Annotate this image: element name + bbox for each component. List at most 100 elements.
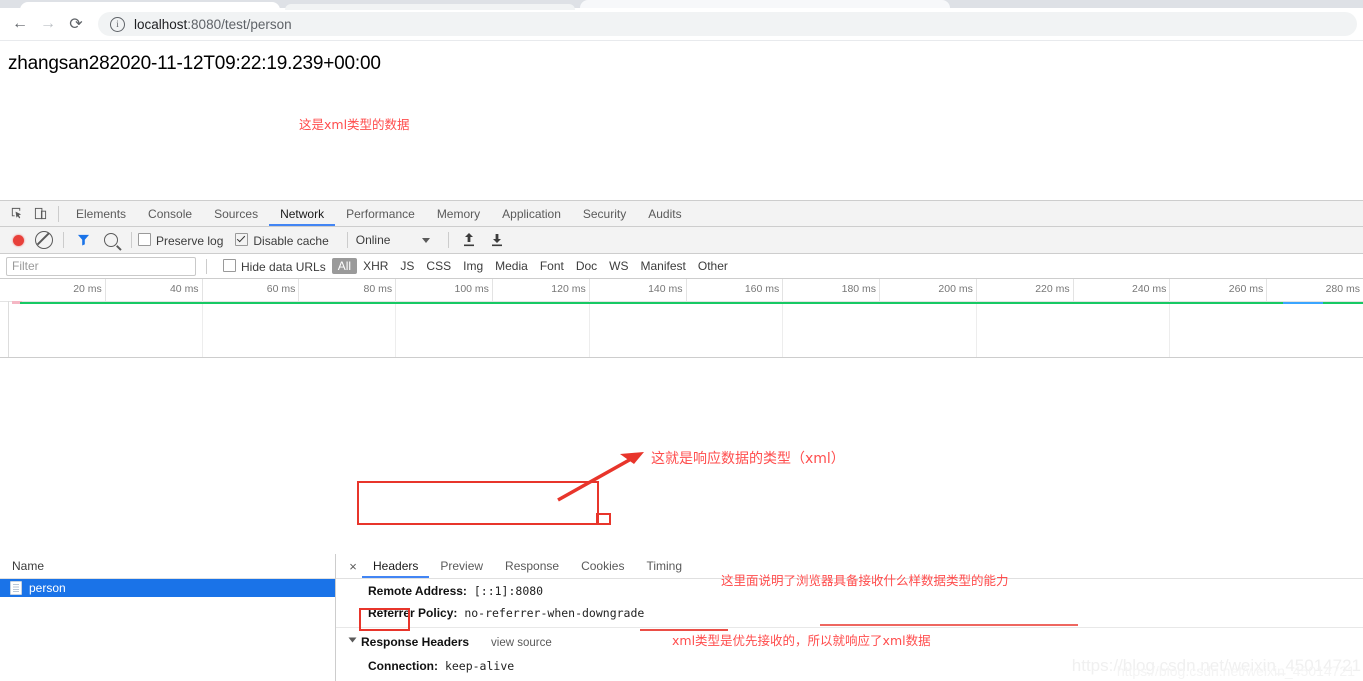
filter-type-js[interactable]: JS (394, 259, 420, 273)
divider (336, 627, 1363, 628)
devtools-tab-memory[interactable]: Memory (426, 202, 491, 226)
timeline-tick: 20 ms (73, 279, 106, 301)
overview-gridline (201, 301, 203, 357)
preserve-log-checkbox[interactable] (138, 232, 151, 246)
devtools-tab-performance[interactable]: Performance (335, 202, 426, 226)
table-row[interactable]: person (0, 579, 335, 597)
network-filterbar: Filter Hide data URLs All XHR JS CSS Img… (0, 254, 1363, 279)
reload-icon[interactable]: ⟳ (62, 10, 90, 38)
hide-data-urls-label: Hide data URLs (241, 259, 326, 274)
timeline-tick: 220 ms (1035, 279, 1074, 301)
back-icon[interactable]: ← (6, 10, 34, 38)
inspect-element-icon[interactable] (4, 203, 28, 225)
export-har-icon[interactable] (489, 233, 505, 247)
address-bar[interactable]: i localhost:8080/test/person (98, 12, 1357, 36)
filter-type-doc[interactable]: Doc (570, 259, 603, 273)
header-key: Referrer Policy: (368, 606, 458, 620)
network-toolbar: Preserve log Disable cache Online (0, 227, 1363, 254)
browser-tab-inactive[interactable] (285, 4, 575, 10)
timeline-tick-label: 280 ms (1325, 283, 1360, 295)
header-row-remote-address: Remote Address: [::1]:8080 (336, 580, 1363, 602)
timeline-tick-label: 180 ms (841, 283, 877, 295)
annotation-xml-data: 这是xml类型的数据 (299, 117, 410, 132)
preserve-log-label: Preserve log (156, 233, 224, 248)
hide-data-urls-checkbox[interactable] (223, 258, 236, 272)
devtools-tab-security[interactable]: Security (572, 202, 637, 226)
timeline-tick-label: 100 ms (454, 283, 489, 295)
disable-cache-checkbox[interactable] (235, 232, 249, 246)
timeline-tick-label: 160 ms (744, 283, 780, 295)
request-list-header[interactable]: Name (0, 554, 335, 579)
timeline-tick-label: 220 ms (1035, 283, 1070, 295)
devtools-tab-application[interactable]: Application (491, 202, 572, 226)
view-source-link[interactable]: view source (491, 637, 552, 649)
chevron-down-icon[interactable] (348, 637, 357, 643)
close-icon[interactable]: × (344, 559, 362, 574)
disable-cache-toggle[interactable]: Disable cache (235, 232, 329, 248)
header-row-referrer-policy: Referrer Policy: no-referrer-when-downgr… (336, 602, 1363, 624)
overview-gridline (395, 301, 397, 357)
devtools-panel: Elements Console Sources Network Perform… (0, 200, 1363, 681)
browser-tab-inactive-2[interactable] (580, 0, 950, 8)
filter-type-other[interactable]: Other (692, 259, 734, 273)
divider (448, 232, 450, 248)
timeline-ruler: 20 ms 40 ms 60 ms 80 ms 100 ms 120 ms 140 ms 16… (0, 279, 1363, 302)
document-icon (10, 581, 22, 595)
devtools-tab-elements[interactable]: Elements (65, 202, 137, 226)
disable-cache-label: Disable cache (253, 233, 329, 248)
timeline-tick: 200 ms (938, 279, 977, 301)
search-icon[interactable] (104, 233, 118, 247)
section-title: Response Headers (361, 635, 470, 649)
detail-tab-cookies[interactable]: Cookies (570, 555, 635, 578)
divider (131, 232, 132, 248)
filter-type-img[interactable]: Img (457, 259, 489, 273)
filter-type-all[interactable]: All (331, 258, 358, 274)
filter-type-xhr[interactable]: XHR (357, 259, 394, 273)
filter-type-css[interactable]: CSS (420, 259, 457, 273)
filter-type-font[interactable]: Font (534, 259, 570, 273)
record-icon[interactable] (13, 234, 24, 246)
detail-tab-timing[interactable]: Timing (635, 555, 693, 578)
detail-tabbar: × Headers Preview Response Cookies Timin… (336, 554, 1363, 579)
hide-data-urls-toggle[interactable]: Hide data URLs (217, 258, 332, 274)
divider (206, 258, 207, 274)
timeline-tick-label: 240 ms (1131, 283, 1167, 295)
filter-type-ws[interactable]: WS (603, 259, 634, 273)
browser-tab[interactable] (20, 2, 280, 10)
response-headers-section[interactable]: Response Headers view source (336, 630, 1363, 655)
chevron-down-icon[interactable] (422, 237, 431, 243)
device-toolbar-icon[interactable] (28, 203, 52, 225)
detail-tab-response[interactable]: Response (494, 555, 570, 578)
request-name: person (29, 581, 66, 595)
overview-gridline (588, 301, 590, 357)
preserve-log-toggle[interactable]: Preserve log (138, 232, 224, 248)
devtools-tab-audits[interactable]: Audits (637, 202, 692, 226)
overview-left-edge (8, 301, 9, 357)
header-value: no-referrer-when-downgrade (464, 606, 645, 620)
header-value: keep-alive (444, 659, 515, 673)
url-host: localhost (134, 16, 188, 32)
devtools-tab-console[interactable]: Console (137, 202, 203, 226)
overview-gridline (782, 301, 784, 357)
timeline-tick: 40 ms (170, 279, 203, 301)
filter-type-media[interactable]: Media (489, 259, 534, 273)
site-info-icon[interactable]: i (110, 16, 125, 32)
devtools-tab-sources[interactable]: Sources (203, 202, 269, 226)
throttle-select-value[interactable]: Online (356, 233, 391, 247)
detail-tab-headers[interactable]: Headers (362, 555, 429, 578)
filter-icon[interactable] (77, 234, 90, 246)
clear-icon[interactable] (35, 231, 53, 249)
filter-input[interactable]: Filter (6, 256, 196, 276)
detail-tab-preview[interactable]: Preview (429, 555, 494, 578)
devtools-tab-network[interactable]: Network (269, 202, 335, 226)
network-overview[interactable]: 20 ms 40 ms 60 ms 80 ms 100 ms 120 ms 140 ms 16… (0, 279, 1363, 358)
browser-toolbar: ← → ⟳ i localhost:8080/test/person (0, 8, 1363, 41)
forward-icon[interactable]: → (34, 10, 62, 38)
filter-type-manifest[interactable]: Manifest (635, 259, 692, 273)
timeline-tick: 260 ms (1229, 279, 1268, 301)
import-har-icon[interactable] (461, 233, 477, 247)
timeline-tick-label: 40 ms (169, 283, 199, 295)
watermark-secondary: https://blog.csdn.net/weixin_45014721 (1116, 663, 1355, 679)
overview-gridline (1169, 301, 1171, 357)
overview-blue-tail (1283, 302, 1323, 304)
